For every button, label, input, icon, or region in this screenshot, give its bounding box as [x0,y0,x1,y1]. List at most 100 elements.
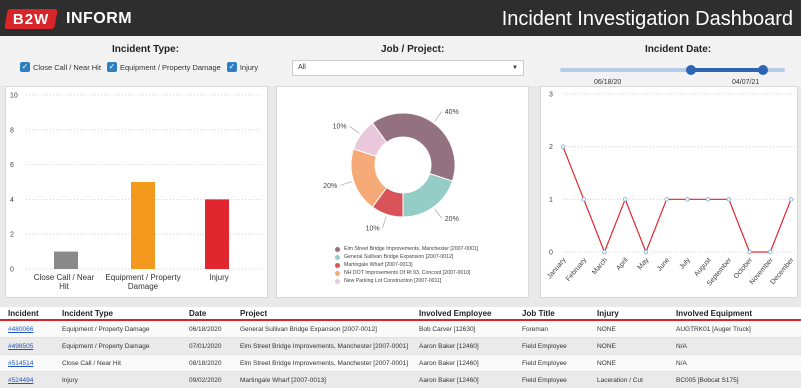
x-tick-label: April [615,256,630,272]
legend-dot-icon [335,246,340,252]
slice-label: 40% [445,109,459,116]
checkbox-equipment-damage[interactable]: ✓ Equipment / Property Damage [106,62,221,72]
legend-dot-icon [335,278,340,284]
x-tick-label: January [546,256,568,280]
slider-handle-end[interactable] [757,65,768,75]
slice-label: 10% [333,124,347,131]
bar [205,199,229,269]
brand-name: INFORM [66,10,133,27]
checkbox-label: Equipment / Property Damage [119,62,221,72]
data-point [685,197,690,202]
project-select[interactable]: All ▼ [292,60,524,76]
y-tick-label: 0 [10,267,14,274]
checkbox-close-call[interactable]: ✓ Close Call / Near Hit [20,62,101,72]
column-header[interactable]: Job Title [522,309,555,318]
date-end-label: 04/07/21 [732,79,760,86]
top-bar: B2W INFORM Incident Investigation Dashbo… [0,0,801,36]
bar-chart: 0 2 4 6 8 10 [10,93,261,274]
table-cell: Elm Street Bridge Improvements, Manchest… [240,359,408,367]
table-row: #480066 Equipment / Property Damage 06/1… [0,321,801,338]
legend-dot-icon [335,270,340,276]
column-header[interactable]: Project [240,309,267,318]
x-tick-label: July [679,256,693,270]
table-cell: Elm Street Bridge Improvements, Manchest… [240,342,408,350]
legend-item: Martingale Wharf [2007-0013] [335,261,478,269]
data-point [768,249,773,255]
data-point [705,197,711,202]
table-cell: Foreman [522,325,549,333]
checkmark-icon: ✓ [106,62,117,72]
incident-table: Incident Incident Type Date Project Invo… [0,307,801,388]
incident-type-checkboxes: ✓ Close Call / Near Hit ✓ Equipment / Prop… [20,62,258,72]
project-chart-panel: 40% 20% 10% 20% 10% Elm Street Bridge Improv… [276,86,529,298]
checkmark-icon: ✓ [226,62,237,72]
data-point [788,197,794,202]
column-header[interactable]: Involved Employee [419,309,491,318]
slice-label-leader [434,111,443,122]
project-select-value: All [298,64,306,71]
legend-label: New Parking Lot Construction [2007-0011] [344,278,442,284]
project-title: Job / Project: [381,44,445,55]
data-point [560,144,566,149]
table-row: #524494 Injury 09/02/2020 Martingale Wha… [0,372,801,388]
y-tick-label: 4 [10,197,14,204]
incident-link[interactable]: #480066 [8,326,33,333]
slice-label-leader [349,125,360,134]
data-point [664,197,669,202]
y-tick-label: 2 [549,144,553,151]
table-cell: 08/18/2020 [189,359,222,367]
column-header[interactable]: Incident [8,309,39,318]
legend-dot-icon [335,254,340,260]
table-cell: Bob Carver [12630] [419,325,476,333]
checkbox-label: Injury [239,62,259,72]
table-cell: Aaron Baker [12460] [419,342,479,350]
bar-category-label: Equipment / Property Damage [105,273,181,291]
table-cell: Field Employee [522,359,567,367]
table-cell: Equipment / Property Damage [62,325,150,333]
table-cell: N/A [676,342,687,350]
checkbox-injury[interactable]: ✓ Injury [226,62,259,72]
legend-item: NH DOT Improvements Of Rt 93, Concord [2… [335,269,478,277]
table-cell: Close Call / Near Hit [62,359,121,367]
table-cell: 09/02/2020 [189,376,222,384]
donut-slice [371,112,456,182]
line-series [562,146,792,254]
slice-label: 20% [445,216,459,223]
table-cell: NONE [597,359,616,367]
dashboard: B2W INFORM Incident Investigation Dashbo… [0,0,801,388]
incident-link[interactable]: #498505 [8,343,33,350]
legend-label: Martingale Wharf [2007-0013] [344,262,413,268]
bar [54,251,78,269]
table-cell: Aaron Baker [12460] [419,359,479,367]
x-tick-label: February [565,256,589,282]
legend-item: General Sullivan Bridge Expansion [2007-… [335,253,478,261]
incident-date-title: Incident Date: [645,44,712,55]
y-tick-label: 3 [549,92,553,99]
y-tick-label: 6 [10,162,14,169]
incident-link[interactable]: #514514 [8,360,33,367]
slider-handle-start[interactable] [685,65,696,75]
x-tick-label: May [637,256,651,271]
table-cell: General Sullivan Bridge Expansion [2007-… [240,325,377,333]
data-point [581,197,586,202]
table-cell: Field Employee [522,376,567,384]
table-cell: NONE [597,325,616,333]
incident-link[interactable]: #524494 [8,377,33,384]
line-chart: 0 1 2 3 JanuaryFebruary March April May June July… [546,92,796,288]
date-start-label: 06/18/20 [594,79,622,86]
column-header[interactable]: Date [189,309,206,318]
data-point [622,197,628,202]
incident-type-chart-panel: 0 2 4 6 8 10 Close Call / Near Hit Equipment … [5,86,268,298]
slice-label-leader [434,208,443,219]
data-point [602,249,607,255]
x-tick-label: June [656,257,671,273]
column-header[interactable]: Incident Type [62,309,113,318]
y-tick-label: 10 [10,93,18,100]
column-header[interactable]: Involved Equipment [676,309,752,318]
legend-label: General Sullivan Bridge Expansion [2007-… [344,254,454,260]
legend-label: NH DOT Improvements Of Rt 93, Concord [2… [344,270,471,276]
table-cell: Field Employee [522,342,567,350]
chevron-down-icon: ▼ [512,65,518,71]
slice-label: 10% [366,225,380,232]
column-header[interactable]: Injury [597,309,619,318]
